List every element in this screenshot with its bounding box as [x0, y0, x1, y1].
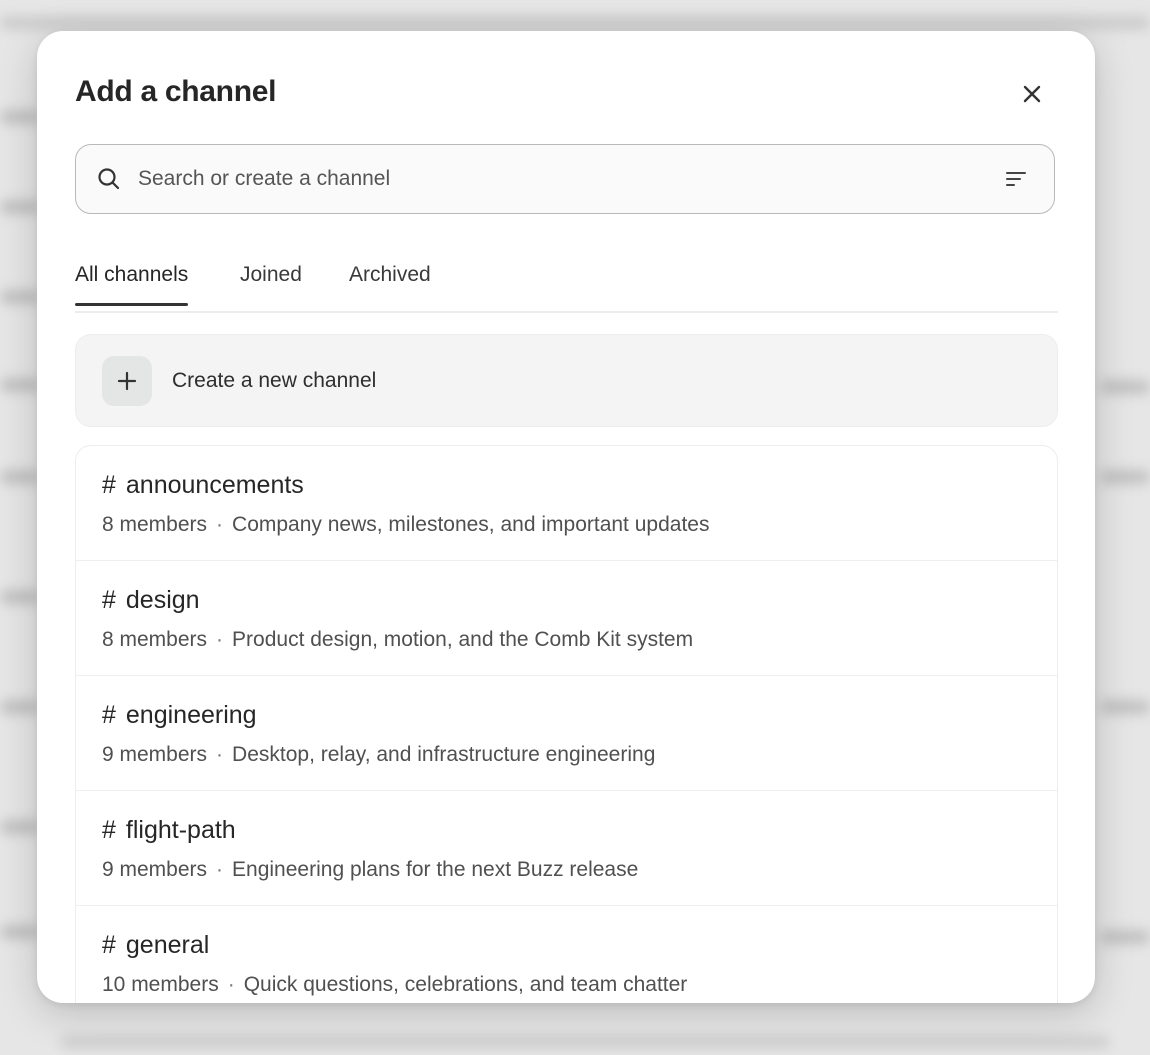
channel-meta: 10 members · Quick questions, celebrations…: [102, 973, 688, 996]
channel-row[interactable]: # design 8 members · Product design, motion…: [76, 561, 1057, 676]
background-blur: [1100, 470, 1150, 484]
channel-row[interactable]: # engineering 9 members · Desktop, relay, a…: [76, 676, 1057, 791]
hash-icon: #: [102, 471, 116, 499]
channel-meta: 8 members · Company news, milestones, and …: [102, 513, 710, 536]
background-blur: [0, 200, 40, 214]
member-count: 9 members: [102, 743, 208, 766]
background-blur: [0, 378, 40, 392]
channel-meta: 9 members · Engineering plans for the next…: [102, 858, 639, 881]
dialog-title: Add a channel: [75, 75, 277, 108]
background-blur: [0, 820, 40, 834]
channel-row[interactable]: # flight-path 9 members · Engineering plans…: [76, 791, 1057, 906]
channel-name: # general: [102, 931, 210, 959]
member-count: 8 members: [102, 628, 208, 651]
background-blur: [0, 925, 40, 939]
create-channel-button[interactable]: Create a new channel: [75, 334, 1058, 427]
channel-name: # design: [102, 586, 200, 614]
background-blur: [0, 16, 1150, 30]
member-count: 9 members: [102, 858, 208, 881]
background-blur: [1100, 930, 1150, 944]
tab-all-channels[interactable]: All channels: [75, 263, 189, 306]
filter-icon[interactable]: [1004, 167, 1028, 191]
channel-description: Company news, milestones, and important …: [232, 513, 710, 536]
hash-icon: #: [102, 931, 116, 959]
close-button[interactable]: [1015, 77, 1049, 111]
channel-description: Desktop, relay, and infrastructure engin…: [232, 743, 656, 766]
member-count: 10 members: [102, 973, 219, 996]
background-blur: [0, 290, 40, 304]
create-channel-label: Create a new channel: [172, 368, 377, 392]
member-count: 8 members: [102, 513, 208, 536]
search-box[interactable]: [75, 144, 1055, 214]
tab-archived[interactable]: Archived: [349, 263, 431, 305]
background-blur: [0, 590, 40, 604]
channel-name: # flight-path: [102, 816, 236, 844]
hash-icon: #: [102, 816, 116, 844]
channel-row[interactable]: # announcements 8 members · Company news, m…: [76, 446, 1057, 561]
plus-icon: [102, 355, 152, 406]
channel-tabs: All channels Joined Archived: [75, 259, 1058, 313]
channel-meta: 9 members · Desktop, relay, and infrastruc…: [102, 743, 656, 766]
channel-description: Engineering plans for the next Buzz rele…: [232, 858, 639, 881]
background-blur: [60, 1035, 1110, 1049]
channel-meta: 8 members · Product design, motion, and th…: [102, 628, 694, 651]
background-blur: [0, 700, 40, 714]
channel-description: Product design, motion, and the Comb Kit…: [232, 628, 694, 651]
channel-description: Quick questions, celebrations, and team …: [243, 973, 688, 996]
background-blur: [1100, 700, 1150, 714]
hash-icon: #: [102, 586, 116, 614]
background-blur: [0, 110, 40, 124]
channel-row[interactable]: # general 10 members · Quick questions, cel…: [76, 906, 1057, 1003]
background-blur: [1100, 380, 1150, 394]
tab-joined[interactable]: Joined: [240, 263, 302, 305]
channel-name: # announcements: [102, 471, 304, 499]
channel-name: # engineering: [102, 701, 257, 729]
background-blur: [0, 470, 40, 484]
search-input[interactable]: [136, 166, 1004, 192]
add-channel-dialog: Add a channel All channels Joined Archiv…: [37, 31, 1095, 1003]
hash-icon: #: [102, 701, 116, 729]
close-icon: [1023, 85, 1041, 103]
channel-list: # announcements 8 members · Company news, m…: [75, 445, 1058, 1003]
search-icon: [96, 166, 122, 192]
